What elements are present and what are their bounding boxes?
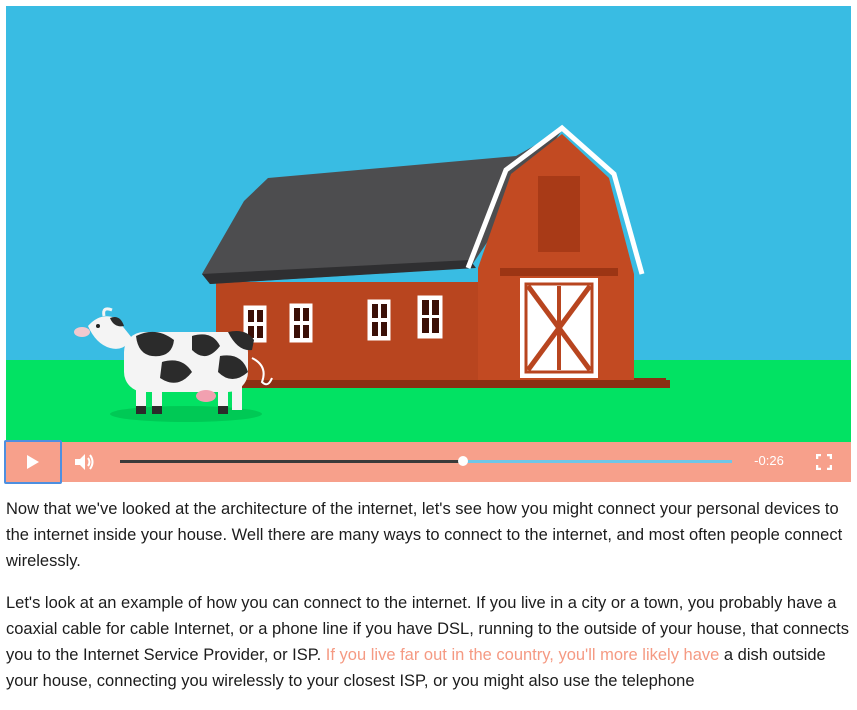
video-player[interactable]: -0:26 [4, 6, 851, 484]
paragraph-example: Let's look at an example of how you can … [6, 590, 856, 694]
video-controls-bar: -0:26 [4, 440, 851, 484]
time-remaining: -0:26 [754, 453, 784, 468]
progress-fill [120, 460, 463, 463]
progress-bar[interactable] [120, 456, 732, 466]
play-button[interactable] [4, 440, 62, 484]
paragraph-intro: Now that we've looked at the architectur… [6, 500, 843, 570]
barn-loft-door [538, 176, 580, 252]
progress-handle[interactable] [457, 456, 468, 466]
volume-button[interactable] [70, 442, 100, 482]
video-frame[interactable] [6, 6, 851, 442]
article-body: Now that we've looked at the architectur… [6, 496, 856, 710]
barn-and-cow-illustration [6, 6, 851, 442]
highlighted-text: If you live far out in the country, you'… [325, 646, 720, 664]
play-icon [27, 455, 39, 469]
volume-icon [75, 454, 94, 470]
fullscreen-icon [816, 454, 832, 470]
fullscreen-button[interactable] [812, 450, 836, 474]
